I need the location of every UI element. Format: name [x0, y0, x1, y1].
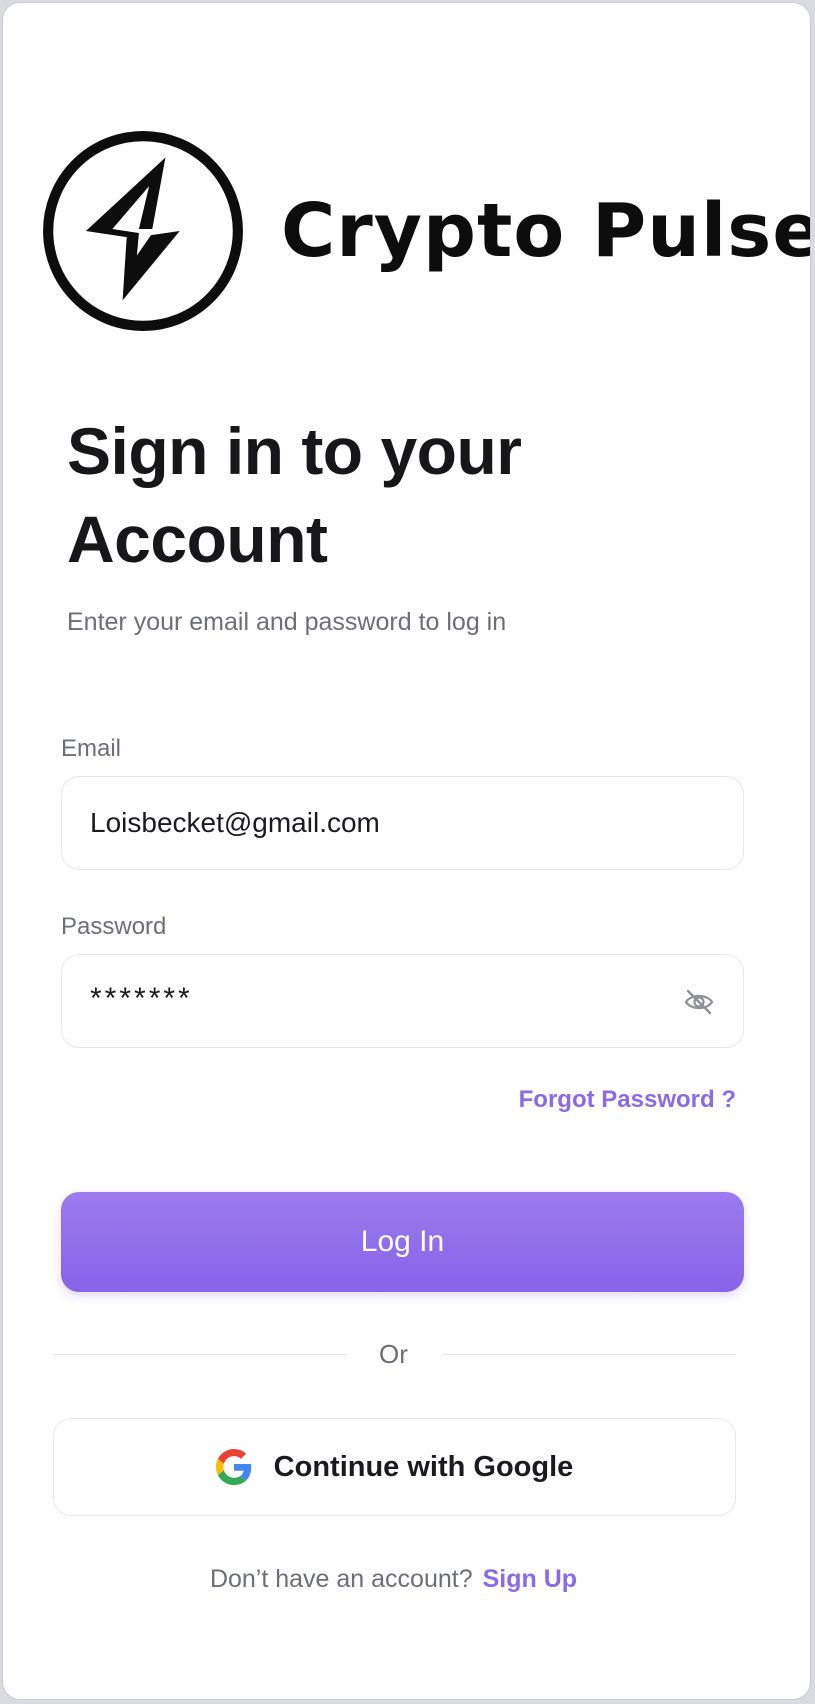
login-screen: Crypto Pulse Sign in to your Account Ent… [2, 2, 811, 1700]
password-field[interactable]: ******* [61, 954, 744, 1048]
page-title: Sign in to your Account [67, 414, 522, 576]
brand-header: Crypto Pulse [41, 129, 811, 333]
password-label: Password [61, 913, 167, 940]
signup-prompt: Don’t have an account? Sign Up [3, 1565, 784, 1594]
google-icon [215, 1449, 251, 1485]
divider-right [443, 1354, 736, 1355]
password-value: ******* [90, 982, 193, 1015]
email-value: Loisbecket@gmail.com [90, 807, 380, 838]
signup-prompt-text: Don’t have an account? [209, 1565, 473, 1593]
brand-name: Crypto Pulse [281, 188, 811, 274]
login-button[interactable]: Log In [61, 1192, 744, 1292]
page-subtitle: Enter your email and password to log in [67, 608, 507, 636]
eye-off-icon[interactable] [683, 987, 715, 1017]
google-button-label: Continue with Google [273, 1450, 574, 1483]
email-field[interactable]: Loisbecket@gmail.com [61, 776, 744, 870]
continue-with-google-button[interactable]: Continue with Google [53, 1418, 736, 1516]
email-label: Email [61, 735, 122, 762]
sign-up-link[interactable]: Sign Up [483, 1565, 577, 1593]
forgot-password-link[interactable]: Forgot Password ? [519, 1086, 736, 1114]
lightning-bolt-logo-icon [43, 131, 243, 331]
